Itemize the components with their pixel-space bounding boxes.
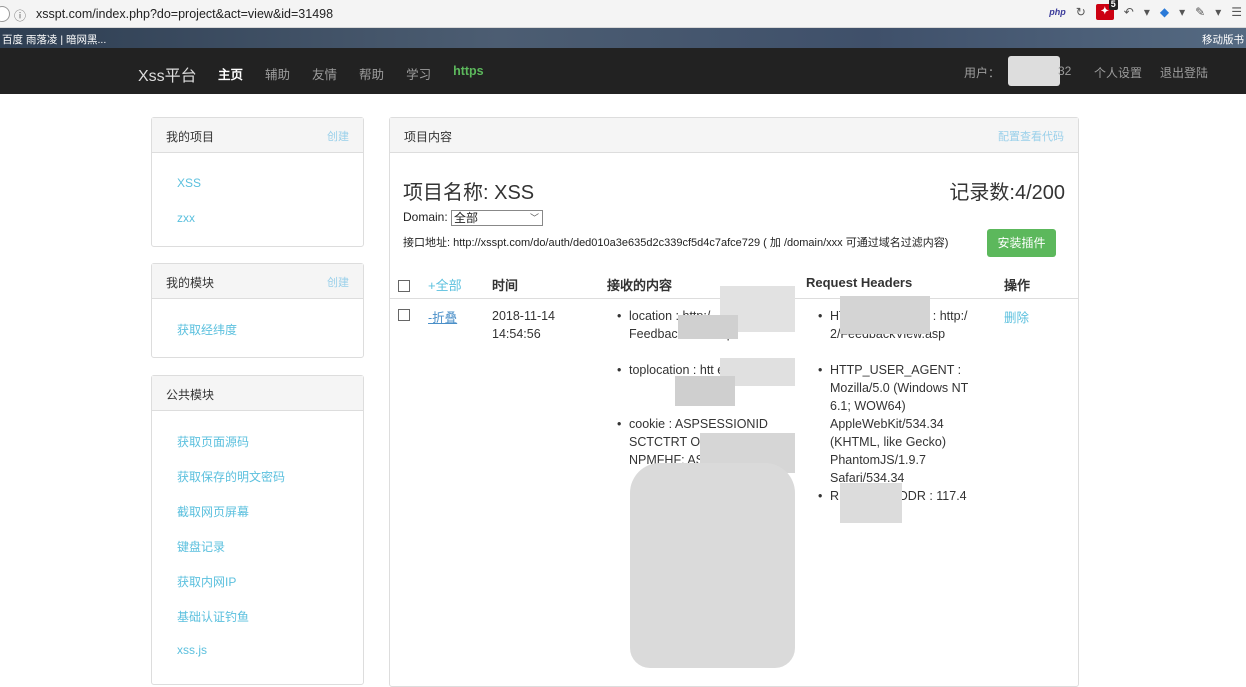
user-menu[interactable]: 用户： 32 (964, 56, 1094, 86)
public-module-link[interactable]: 基础认证钓鱼 (177, 608, 249, 625)
create-module-link[interactable]: 创建 (327, 274, 349, 290)
nav-friends[interactable]: 友情 (312, 64, 337, 83)
public-module-link[interactable]: 获取内网IP (177, 573, 236, 590)
project-link-zxx[interactable]: zxx (177, 211, 195, 225)
browser-url-bar: ⓘ xsspt.com/index.php?do=project&act=vie… (0, 0, 1246, 28)
public-module-link[interactable]: xss.js (177, 643, 207, 657)
browser-toolbar: php ↻ ✦ 5 ↶ ▾ ◆ ▾ ✎ ▾ ☰ (1049, 0, 1242, 20)
header-item-text: HTTP_USER_AGENT : Mozilla/5.0 (Windows N… (830, 363, 969, 485)
column-headers: Request Headers (806, 275, 913, 290)
bookmarks-left[interactable]: 百度 雨落凌 | 暗网黑... (2, 32, 106, 47)
dropdown-icon[interactable]: ▾ (1179, 5, 1185, 19)
redaction-mosaic (675, 376, 735, 406)
view-code-link[interactable]: 查看代码 (1020, 128, 1064, 144)
row-date: 2018-11-14 (492, 309, 556, 323)
api-address: 接口地址: http://xsspt.com/do/auth/ded010a3e… (403, 237, 949, 249)
public-modules-panel: 公共模块 获取页面源码 获取保存的明文密码 截取网页屏幕 键盘记录 获取内网IP… (151, 375, 364, 685)
nav-user-area: 用户： 32 个人设置 退出登陆 (964, 56, 1246, 86)
list-item: HTTP_USER_AGENT : Mozilla/5.0 (Windows N… (816, 361, 991, 487)
domain-label: Domain: (403, 210, 448, 225)
panel-header: 我的项目 创建 (152, 118, 363, 153)
project-name: 项目名称: XSS (403, 182, 535, 204)
module-link[interactable]: 获取经纬度 (177, 321, 237, 338)
panel-header: 我的模块 创建 (152, 264, 363, 299)
nav-home[interactable]: 主页 (218, 64, 243, 83)
undo-icon[interactable]: ↶ (1124, 5, 1134, 19)
settings-link[interactable]: 个人设置 (1094, 64, 1160, 81)
panel-title: 项目内容 (404, 130, 453, 144)
my-modules-panel: 我的模块 创建 获取经纬度 (151, 263, 364, 358)
select-all-checkbox[interactable] (398, 280, 410, 292)
user-suffix: 32 (1058, 64, 1072, 78)
redacted-username (1008, 56, 1060, 86)
domain-select[interactable]: 全部 ﹀ (451, 210, 544, 226)
expand-all-link[interactable]: +全部 (428, 275, 462, 294)
column-content: 接收的内容 (607, 278, 673, 293)
extension-badge: 5 (1108, 0, 1118, 10)
domain-select-value: 全部 (454, 211, 479, 225)
config-link[interactable]: 配置 (998, 128, 1020, 144)
panel-header: 项目内容 配置 查看代码 (390, 118, 1078, 153)
public-module-link[interactable]: 获取保存的明文密码 (177, 468, 285, 485)
mobile-bookmarks[interactable]: 移动版书 (1202, 32, 1244, 47)
panel-title: 我的项目 (166, 130, 215, 144)
public-module-link[interactable]: 获取页面源码 (177, 433, 249, 450)
chevron-down-icon: ﹀ (530, 213, 540, 223)
my-projects-panel: 我的项目 创建 XSS zxx (151, 117, 364, 247)
column-time: 时间 (492, 278, 519, 293)
nav-links: 主页 辅助 友情 帮助 学习 https (218, 64, 506, 83)
public-module-link[interactable]: 键盘记录 (177, 538, 225, 555)
bookmark-items[interactable]: 百度 雨落凌 | 暗网黑... (2, 32, 106, 47)
public-module-link[interactable]: 截取网页屏幕 (177, 503, 249, 520)
php-extension-label[interactable]: php (1049, 7, 1066, 17)
redaction-mosaic (840, 483, 902, 523)
site-navbar: Xss平台 主页 辅助 友情 帮助 学习 https 用户： 32 个人设置 退… (0, 48, 1246, 94)
request-headers-list: HTTP_REFERER : http:/ 2/FeedbackView.asp… (816, 307, 991, 505)
redaction-mosaic (678, 315, 738, 339)
record-count: 记录数:4/200 (949, 182, 1065, 204)
panel-header: 公共模块 (152, 376, 363, 411)
collapse-link[interactable]: -折叠 (428, 307, 457, 326)
panel-title: 公共模块 (166, 388, 215, 402)
dropdown-icon[interactable]: ▾ (1215, 5, 1221, 19)
nav-tools[interactable]: 辅助 (265, 64, 290, 83)
info-icon[interactable]: ⓘ (14, 7, 26, 24)
redaction-mosaic (840, 296, 930, 334)
tools-icon[interactable]: ✎ (1195, 5, 1205, 19)
column-operation: 操作 (1004, 278, 1031, 293)
row-time: 14:54:56 (492, 327, 541, 341)
row-checkbox[interactable] (398, 309, 410, 321)
extension-icon[interactable]: ✦ 5 (1095, 0, 1118, 20)
domain-filter: Domain: 全部 ﹀ (403, 210, 544, 226)
nav-learn[interactable]: 学习 (406, 64, 431, 83)
reload-icon[interactable]: ↻ (1076, 5, 1086, 19)
back-button[interactable] (0, 6, 10, 22)
bookmarks-bar: 百度 雨落凌 | 暗网黑... 移动版书 (0, 28, 1246, 48)
nav-help[interactable]: 帮助 (359, 64, 384, 83)
dropdown-icon[interactable]: ▾ (1144, 5, 1150, 19)
redaction-mosaic (630, 463, 795, 668)
install-plugin-button[interactable]: 安装插件 (987, 229, 1056, 257)
project-link-xss[interactable]: XSS (177, 176, 201, 190)
url-field[interactable]: xsspt.com/index.php?do=project&act=view&… (36, 7, 333, 21)
project-content-panel: 项目内容 配置 查看代码 项目名称: XSS 记录数:4/200 Domain:… (389, 117, 1079, 687)
logout-link[interactable]: 退出登陆 (1160, 64, 1246, 81)
bird-icon[interactable]: ◆ (1160, 5, 1169, 19)
delete-record-link[interactable]: 删除 (1004, 307, 1029, 326)
user-label: 用户： (964, 66, 1001, 80)
nav-https[interactable]: https (453, 64, 484, 83)
panel-title: 我的模块 (166, 276, 215, 290)
brand-logo[interactable]: Xss平台 (138, 62, 197, 86)
create-project-link[interactable]: 创建 (327, 128, 349, 144)
menu-icon[interactable]: ☰ (1231, 5, 1242, 19)
